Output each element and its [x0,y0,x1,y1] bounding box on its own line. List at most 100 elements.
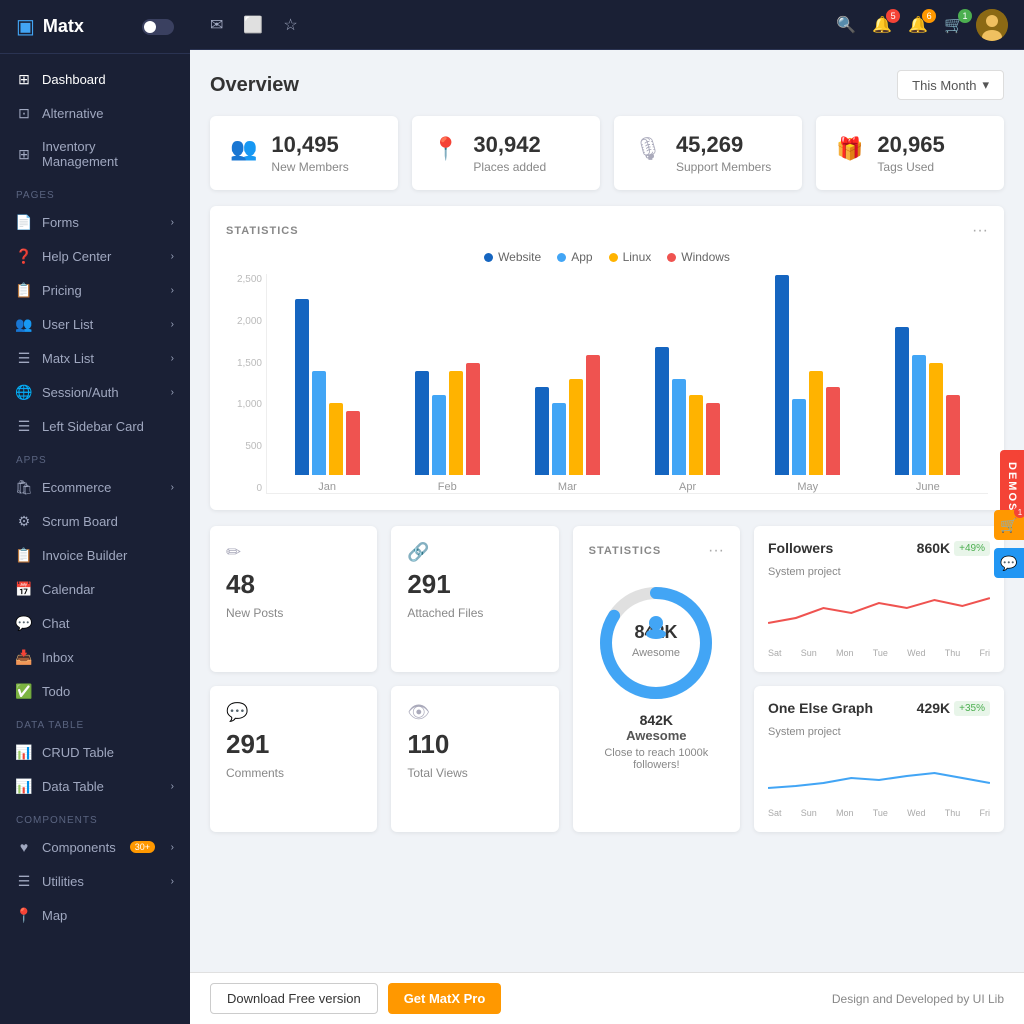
page-content: Overview This Month ▾ 👥 10,495 New Membe… [190,50,1024,972]
yaxis-label-1: 2,000 [226,316,262,327]
sidebar-item-chat[interactable]: 💬 Chat [0,606,190,640]
mini-stat-icon-1: 🔗 [407,542,429,563]
mini-stat-label-2: Comments [226,766,284,780]
sidebar: ▣ Matx ⊞ Dashboard ⊡ Alternative ⊞ Inven… [0,0,190,1024]
star-icon[interactable]: ☆ [279,11,301,39]
mini-stat-value-0: 48 [226,569,255,600]
sidebar-item-session-auth[interactable]: 🌐 Session/Auth › [0,375,190,409]
sidebar-item-matx-list[interactable]: ☰ Matx List › [0,341,190,375]
sidebar-item-alternative[interactable]: ⊡ Alternative [0,96,190,130]
legend-label-0: Website [498,250,541,264]
mini-stat-card-2: 💬 291 Comments [210,686,377,832]
notification-bell-1[interactable]: 🔔5 [868,11,896,39]
bar-Feb-3 [466,363,480,475]
stat-card-3: 🎁 20,965 Tags Used [816,116,1004,190]
legend-label-3: Windows [681,250,730,264]
mini-stat-value-3: 110 [407,729,449,760]
sidebar-item-components[interactable]: ♥ Components 30+ › [0,830,190,864]
bar-Feb-2 [449,371,463,475]
sidebar-item-inventory[interactable]: ⊞ Inventory Management [0,130,190,178]
chevron-icon-forms: › [171,217,174,228]
mini-stat-icon-3: 👁 [407,702,430,723]
bar-Jan-0 [295,299,309,475]
notification-bell-2[interactable]: 🔔6 [904,11,932,39]
bar-group-Apr: Apr [655,347,720,493]
mini-stat-icon-0: ✏ [226,542,241,563]
sidebar-item-todo[interactable]: ✅ Todo [0,674,190,708]
logo-icon: ▣ [16,14,35,39]
bottom-section: ✏ 48 New Posts🔗 291 Attached Files💬 291 … [210,526,1004,832]
main-content: ✉ ⬜ ☆ 🔍 🔔5 🔔6 🛒1 Overview This Month [190,0,1024,1024]
sidebar-item-inbox[interactable]: 📥 Inbox [0,640,190,674]
sidebar-item-help-center[interactable]: ❓ Help Center › [0,239,190,273]
bar-group-Jan: Jan [295,299,360,493]
legend-item-1: App [557,250,592,264]
sidebar-section-pages: PAGES [0,178,190,205]
sidebar-item-crud-table[interactable]: 📊 CRUD Table [0,735,190,769]
sidebar-label-utilities: Utilities [42,874,84,889]
search-icon[interactable]: 🔍 [832,11,860,39]
day-label: Tue [873,808,888,818]
sidebar-label-user-list: User List [42,317,93,332]
yaxis-label-5: 0 [226,483,262,494]
donut-label: Awesome [589,728,724,743]
avatar[interactable] [976,9,1008,41]
period-button[interactable]: This Month ▾ [897,70,1004,100]
bottombar: Download Free version Get MatX Pro Desig… [190,972,1024,1024]
sidebar-item-map[interactable]: 📍 Map [0,898,190,932]
layout-icon[interactable]: ⬜ [239,11,267,39]
bar-Mar-1 [552,403,566,475]
stat-label-2: Support Members [676,160,771,174]
sidebar-item-utilities[interactable]: ☰ Utilities › [0,864,190,898]
sidebar-item-data-table[interactable]: 📊 Data Table › [0,769,190,803]
sidebar-item-dashboard[interactable]: ⊞ Dashboard [0,62,190,96]
sidebar-item-left-sidebar-card[interactable]: ☰ Left Sidebar Card [0,409,190,443]
followers-value-0: 860K [917,540,950,556]
day-label: Thu [945,808,961,818]
bar-group-Mar: Mar [535,355,600,493]
chevron-icon-matx-list: › [171,353,174,364]
message-float-icon[interactable]: 💬 [994,548,1024,578]
line-chart-0 [768,588,990,638]
sidebar-toggle[interactable] [142,19,174,35]
cart-icon[interactable]: 🛒1 [940,11,968,39]
app-name: Matx [43,16,84,37]
stat-icon-3: 🎁 [836,136,863,162]
stat-cards-grid: 👥 10,495 New Members 📍 30,942 Places add… [210,116,1004,190]
stat-icon-2: 🎙 [634,136,662,162]
donut-menu-icon[interactable]: ··· [708,542,724,560]
sidebar-icon-alternative: ⊡ [16,105,32,121]
bar-Apr-1 [672,379,686,475]
bell-badge-1: 5 [886,9,900,23]
sidebar-item-calendar[interactable]: 📅 Calendar [0,572,190,606]
sidebar-label-crud-table: CRUD Table [42,745,114,760]
sidebar-icon-left-sidebar-card: ☰ [16,418,32,434]
yaxis-label-4: 500 [226,441,262,452]
bar-label-Jan: Jan [318,481,336,493]
mail-icon[interactable]: ✉ [206,11,227,39]
sidebar-label-components: Components [42,840,116,855]
followers-card-0: Followers 860K +49% System project SatSu… [754,526,1004,672]
sidebar-item-forms[interactable]: 📄 Forms › [0,205,190,239]
sidebar-item-pricing[interactable]: 📋 Pricing › [0,273,190,307]
download-btn[interactable]: Download Free version [210,983,378,1014]
sidebar-item-user-list[interactable]: 👥 User List › [0,307,190,341]
day-label: Sun [801,808,817,818]
stat-card-1: 📍 30,942 Places added [412,116,600,190]
bar-June-0 [895,327,909,475]
yaxis-label-3: 1,000 [226,399,262,410]
chevron-icon-pricing: › [171,285,174,296]
cart-float-icon[interactable]: 🛒1 [994,510,1024,540]
sidebar-label-scrum-board: Scrum Board [42,514,118,529]
sidebar-item-scrum-board[interactable]: ⚙ Scrum Board [0,504,190,538]
legend-item-0: Website [484,250,541,264]
sidebar-icon-calendar: 📅 [16,581,32,597]
sidebar-label-alternative: Alternative [42,106,103,121]
sidebar-item-ecommerce[interactable]: 🛍 Ecommerce › [0,470,190,504]
period-label: This Month [912,78,976,93]
bar-group-May: May [775,275,840,493]
sidebar-item-invoice-builder[interactable]: 📋 Invoice Builder [0,538,190,572]
pro-btn[interactable]: Get MatX Pro [388,983,502,1014]
chart-menu-icon[interactable]: ··· [972,222,988,240]
bar-Apr-0 [655,347,669,475]
